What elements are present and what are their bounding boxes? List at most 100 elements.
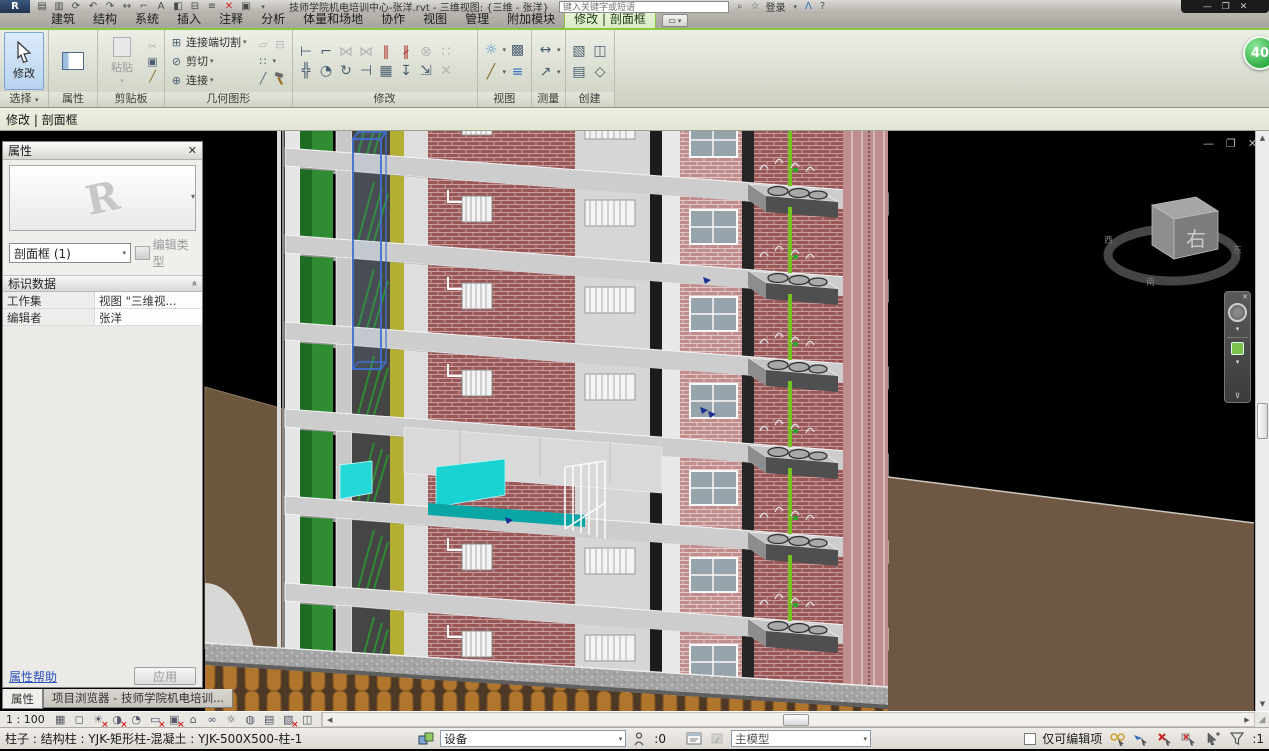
navbar-wheel-dropdown-icon[interactable]: ▾: [1236, 325, 1240, 333]
mirror-draw-icon[interactable]: ⋈: [357, 43, 376, 61]
apply-button[interactable]: 应用: [134, 667, 196, 685]
vertical-scrollbar[interactable]: ▲ ▼: [1255, 131, 1269, 711]
open-icon[interactable]: ▤: [36, 1, 48, 12]
delete-icon[interactable]: ✕: [437, 62, 456, 80]
crop-region-visibility-icon[interactable]: ▣: [167, 713, 182, 727]
paste-button[interactable]: 粘贴▾: [102, 32, 142, 90]
switch-windows-icon[interactable]: ▣: [240, 1, 252, 12]
close-hidden-windows-icon[interactable]: ✕: [223, 1, 235, 12]
selected-section-box[interactable]: [353, 132, 386, 369]
select-arrows-icon[interactable]: [1204, 731, 1222, 747]
detail-level-icon[interactable]: ▦: [53, 713, 68, 727]
shadows-icon[interactable]: ◑: [110, 713, 125, 727]
pin-icon[interactable]: ↧: [397, 62, 416, 80]
panel-label-create[interactable]: 创建: [566, 92, 614, 107]
offset-icon[interactable]: ⌐: [317, 43, 336, 61]
panel-label-modify[interactable]: 修改: [293, 92, 477, 107]
save-icon[interactable]: ▥: [53, 1, 65, 12]
rendering-dialog-icon[interactable]: ◔: [129, 713, 144, 727]
create-parts-icon[interactable]: ▤: [570, 63, 589, 81]
type-selector[interactable]: 剖面框 (1) ▾: [9, 243, 131, 263]
wall-joins-icon[interactable]: ∷: [256, 54, 271, 68]
redo-icon[interactable]: ↷: [104, 1, 116, 12]
design-options-dialog-icon[interactable]: [685, 731, 703, 747]
dimension-icon[interactable]: ⌐: [138, 1, 150, 12]
trim-extend-icon[interactable]: ⊣: [357, 62, 376, 80]
temporary-hide-isolate-icon[interactable]: ∞: [205, 713, 220, 727]
worksharing-display-icon[interactable]: ◍: [243, 713, 258, 727]
hide-elements-icon[interactable]: ☼: [482, 41, 501, 59]
array-disabled-icon[interactable]: ∷: [437, 43, 456, 61]
reveal-hidden-elements-icon[interactable]: ☼: [224, 713, 239, 727]
design-option-select[interactable]: 主模型▾: [731, 730, 871, 747]
tab-properties-palette[interactable]: 属性: [2, 689, 43, 709]
rotate-icon[interactable]: ↻: [337, 62, 356, 80]
autodesk360-icon[interactable]: Λ: [805, 1, 812, 12]
copy-element-icon[interactable]: ◔: [317, 62, 336, 80]
properties-help-link[interactable]: 属性帮助: [9, 668, 57, 685]
thin-lines-icon[interactable]: ≡: [206, 1, 218, 12]
cancel-request-icon[interactable]: [1180, 731, 1198, 747]
legend-component-icon[interactable]: ▧: [570, 42, 589, 60]
navigation-bar[interactable]: ✕ ▾ ▾ ⊽: [1224, 291, 1251, 403]
edit-type-button[interactable]: 编辑类型: [135, 236, 196, 270]
cut-geometry-button[interactable]: ⊘剪切▾: [169, 53, 247, 69]
sun-path-icon[interactable]: ☀: [91, 713, 106, 727]
restore-icon[interactable]: ❐: [1222, 2, 1230, 12]
panel-label-geometry[interactable]: 几何图形: [165, 92, 292, 107]
scroll-down-icon[interactable]: ▼: [1260, 697, 1265, 711]
worksets-icon[interactable]: [417, 731, 435, 747]
copy-icon[interactable]: ▣: [145, 54, 160, 68]
mirror-axis-icon[interactable]: ⋈: [337, 43, 356, 61]
vertical-scroll-thumb[interactable]: [1257, 403, 1268, 439]
property-row-workset[interactable]: 工作集 视图 "三维视...: [3, 292, 202, 309]
panel-label-properties[interactable]: 属性: [49, 92, 97, 107]
filter-icon[interactable]: [1228, 731, 1246, 747]
modify-button[interactable]: 修改: [4, 32, 44, 90]
horizontal-scrollbar[interactable]: ◀ ▶: [322, 712, 1255, 727]
matrix-icon[interactable]: ▦: [377, 62, 396, 80]
exchange-icon[interactable]: ☆: [751, 1, 760, 12]
text-icon[interactable]: A: [155, 1, 167, 12]
thin-lines-toggle-icon[interactable]: ≡: [508, 63, 527, 81]
cope-icon[interactable]: ▱: [256, 37, 271, 51]
close-icon[interactable]: ✕: [1240, 2, 1248, 12]
view-lock-icon[interactable]: ⌂: [186, 713, 201, 727]
resize-grip[interactable]: ◢: [1255, 715, 1269, 725]
editable-only-checkbox[interactable]: [1024, 733, 1036, 745]
linework-brush-icon[interactable]: ╱: [482, 63, 501, 81]
scroll-up-icon[interactable]: ▲: [1260, 131, 1265, 145]
signin-dropdown-icon[interactable]: ▾: [794, 3, 798, 11]
split-element-icon[interactable]: ∥: [377, 43, 396, 61]
panel-label-measure[interactable]: 测量: [532, 92, 565, 107]
design-option-pick-icon[interactable]: [708, 731, 726, 747]
match-type-icon[interactable]: ╱: [145, 69, 160, 83]
section-icon[interactable]: ⊟: [189, 1, 201, 12]
render-icon[interactable]: ▩: [508, 41, 527, 59]
create-assembly-icon[interactable]: ◇: [591, 63, 610, 81]
type-preview[interactable]: R ▾: [9, 165, 196, 231]
scale-icon[interactable]: ⇲: [417, 62, 436, 80]
move-icon[interactable]: ╬: [297, 62, 316, 80]
steering-wheel-icon[interactable]: [1228, 303, 1247, 322]
aligned-dimension-icon[interactable]: ↗: [536, 63, 555, 81]
create-group-icon[interactable]: ◫: [591, 42, 610, 60]
make-editable-icon[interactable]: [1132, 731, 1150, 747]
preview-dropdown-icon[interactable]: ▾: [191, 192, 195, 201]
active-workset-select[interactable]: 设备▾: [440, 730, 626, 747]
visual-style-icon[interactable]: ◻: [72, 713, 87, 727]
navbar-expand-icon[interactable]: ⊽: [1235, 392, 1240, 400]
help-icon[interactable]: ?: [820, 1, 825, 12]
demolish-hammer-icon[interactable]: [273, 72, 288, 85]
cut-icon[interactable]: ✂: [145, 39, 160, 53]
panel-label-view[interactable]: 视图: [478, 92, 532, 107]
tab-project-browser[interactable]: 项目浏览器 - 技师学院机电培训...: [43, 689, 233, 708]
displacement-sets-icon[interactable]: ◫: [300, 713, 315, 727]
application-menu-button[interactable]: R: [0, 0, 30, 13]
view-minimize-icon[interactable]: —: [1203, 137, 1214, 150]
navbar-close-icon[interactable]: ✕: [1242, 293, 1248, 301]
analytical-model-icon[interactable]: ▧: [281, 713, 296, 727]
temporary-view-properties-icon[interactable]: ▤: [262, 713, 277, 727]
join-end-cut-button[interactable]: ⊞连接端切割▾: [169, 34, 247, 50]
scroll-right-icon[interactable]: ▶: [1240, 716, 1254, 724]
